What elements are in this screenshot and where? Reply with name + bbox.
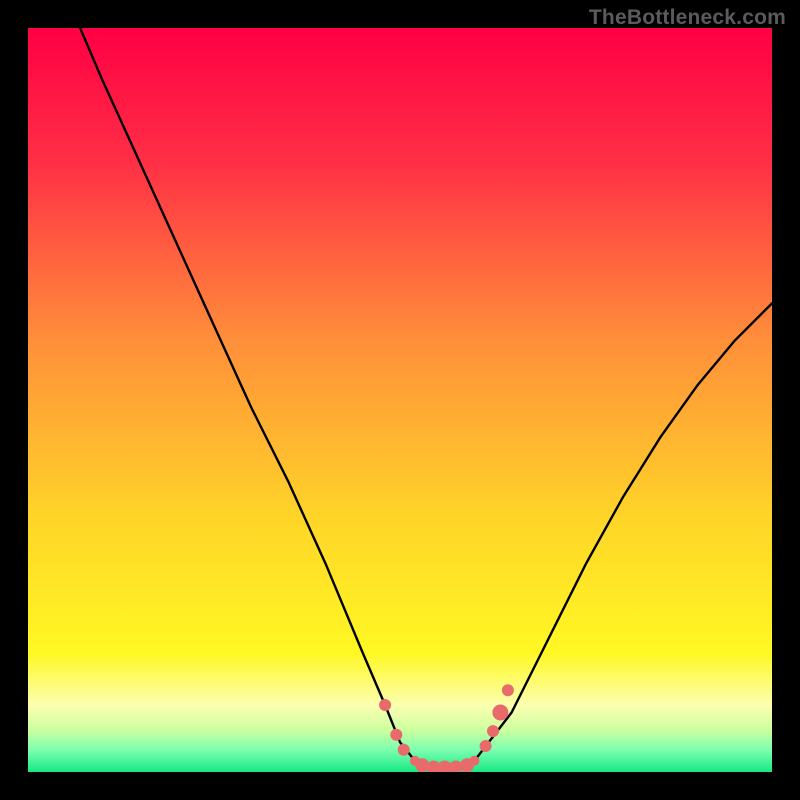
- valley-marker: [398, 744, 410, 756]
- plot-area: [28, 28, 772, 772]
- valley-marker: [502, 684, 514, 696]
- valley-marker: [480, 740, 492, 752]
- valley-marker: [379, 699, 391, 711]
- valley-marker: [492, 705, 508, 721]
- valley-marker: [469, 756, 479, 766]
- image-frame: TheBottleneck.com: [0, 0, 800, 800]
- attribution-text: TheBottleneck.com: [589, 6, 786, 30]
- bottleneck-curve: [28, 28, 772, 772]
- valley-marker: [487, 725, 499, 737]
- valley-marker: [390, 729, 402, 741]
